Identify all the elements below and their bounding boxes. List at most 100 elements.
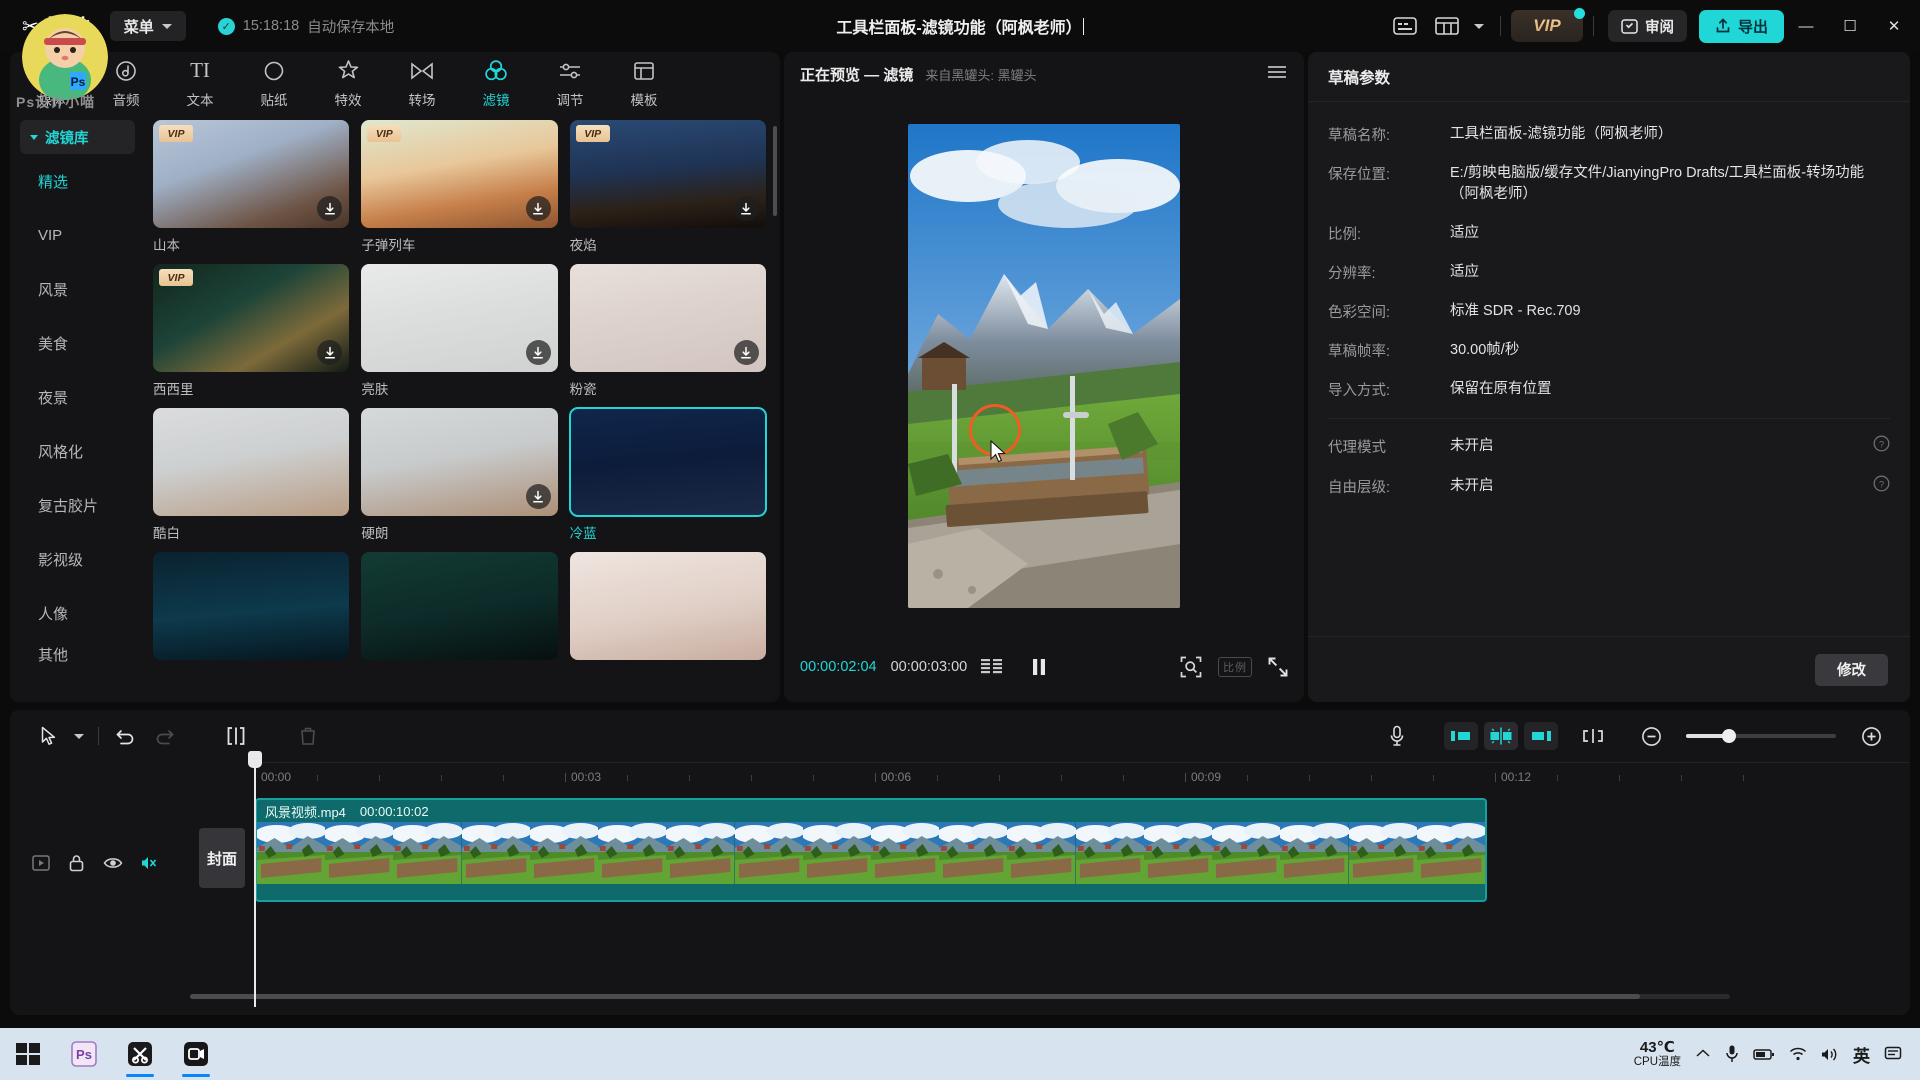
tab-media[interactable]: 媒体 bbox=[16, 55, 88, 111]
close-button[interactable]: ✕ bbox=[1872, 0, 1916, 52]
filter-card[interactable]: VIP 子弹列车 bbox=[361, 120, 558, 254]
undo-icon[interactable] bbox=[107, 720, 145, 752]
filter-card[interactable] bbox=[153, 552, 350, 660]
download-icon[interactable] bbox=[525, 196, 551, 221]
tab-text[interactable]: TI 文本 bbox=[164, 55, 236, 111]
filter-card[interactable]: 酷白 bbox=[153, 408, 350, 542]
download-icon[interactable] bbox=[525, 484, 551, 509]
ratio-button[interactable]: 比例 bbox=[1218, 657, 1252, 677]
library-header[interactable]: 滤镜库 bbox=[20, 120, 135, 154]
tray-microphone-icon[interactable] bbox=[1725, 1044, 1739, 1064]
select-tool-icon[interactable] bbox=[30, 720, 68, 752]
snap-left-icon[interactable] bbox=[1444, 722, 1478, 750]
export-button[interactable]: 导出 bbox=[1698, 9, 1784, 43]
download-icon[interactable] bbox=[733, 196, 759, 221]
lock-icon[interactable] bbox=[68, 854, 85, 877]
category-fengjing[interactable]: 风景 bbox=[10, 262, 145, 316]
select-tool-chevron-icon[interactable] bbox=[68, 720, 90, 752]
filter-card[interactable]: VIP 夜焰 bbox=[569, 120, 766, 254]
frame-list-icon[interactable] bbox=[981, 658, 1003, 676]
category-fenggehua[interactable]: 风格化 bbox=[10, 424, 145, 478]
category-fugujiaopian[interactable]: 复古胶片 bbox=[10, 478, 145, 532]
zoom-fit-icon[interactable] bbox=[1180, 656, 1202, 678]
filter-thumbnail[interactable] bbox=[153, 552, 350, 660]
tab-audio[interactable]: 音频 bbox=[90, 55, 162, 111]
filter-thumbnail[interactable] bbox=[569, 264, 766, 372]
download-icon[interactable] bbox=[525, 340, 551, 365]
tray-battery-icon[interactable] bbox=[1753, 1047, 1775, 1061]
filter-card[interactable]: 粉瓷 bbox=[569, 264, 766, 398]
pause-button[interactable] bbox=[1031, 658, 1047, 676]
category-qita[interactable]: 其他 bbox=[10, 640, 145, 668]
filter-thumbnail[interactable] bbox=[361, 552, 558, 660]
zoom-in-icon[interactable] bbox=[1852, 720, 1890, 752]
help-icon[interactable]: ? bbox=[1873, 435, 1890, 457]
redo-icon[interactable] bbox=[145, 720, 183, 752]
tab-template[interactable]: 模板 bbox=[608, 55, 680, 111]
playhead-handle[interactable] bbox=[248, 751, 262, 768]
cover-button[interactable]: 封面 bbox=[199, 828, 245, 888]
maximize-button[interactable]: ☐ bbox=[1828, 0, 1872, 52]
subtitle-panel-icon[interactable] bbox=[1384, 9, 1426, 43]
filter-card[interactable]: 冷蓝 bbox=[568, 407, 767, 542]
snap-center-icon[interactable] bbox=[1484, 722, 1518, 750]
layout-chevron-icon[interactable] bbox=[1468, 9, 1490, 43]
filter-thumbnail[interactable] bbox=[361, 264, 558, 372]
filter-thumbnail[interactable] bbox=[361, 408, 558, 516]
filter-card[interactable]: 硬朗 bbox=[361, 408, 558, 542]
filter-thumbnail[interactable]: VIP bbox=[361, 120, 558, 228]
start-button[interactable] bbox=[0, 1028, 56, 1080]
tab-effects[interactable]: 特效 bbox=[312, 55, 384, 111]
tab-adjust[interactable]: 调节 bbox=[534, 55, 606, 111]
preview-stage[interactable] bbox=[784, 96, 1304, 636]
timeline-hscrollbar-thumb[interactable] bbox=[190, 994, 1640, 999]
minimize-button[interactable]: — bbox=[1784, 0, 1828, 52]
download-icon[interactable] bbox=[317, 340, 343, 365]
category-yejing[interactable]: 夜景 bbox=[10, 370, 145, 424]
zoom-out-icon[interactable] bbox=[1632, 720, 1670, 752]
category-jingxuan[interactable]: 精选 bbox=[10, 154, 145, 208]
tray-volume-icon[interactable] bbox=[1821, 1047, 1839, 1062]
filter-thumbnail[interactable] bbox=[569, 552, 766, 660]
tray-expand-icon[interactable] bbox=[1695, 1048, 1711, 1060]
tray-wifi-icon[interactable] bbox=[1789, 1047, 1807, 1061]
zoom-slider[interactable] bbox=[1686, 729, 1836, 743]
delete-icon[interactable] bbox=[289, 720, 327, 752]
preview-menu-icon[interactable] bbox=[1266, 64, 1288, 85]
timeline-clip[interactable]: 风景视频.mp4 00:00:10:02 bbox=[255, 798, 1487, 902]
download-icon[interactable] bbox=[317, 196, 343, 221]
filter-thumbnail[interactable]: VIP bbox=[153, 120, 350, 228]
filter-thumbnail[interactable]: VIP bbox=[153, 264, 350, 372]
filter-card[interactable]: 亮肤 bbox=[361, 264, 558, 398]
category-renxiang[interactable]: 人像 bbox=[10, 586, 145, 640]
filter-card[interactable]: VIP 西西里 bbox=[153, 264, 350, 398]
vip-button[interactable]: VIP bbox=[1510, 8, 1585, 42]
align-split-icon[interactable] bbox=[1574, 720, 1612, 752]
cpu-temp-widget[interactable]: 43℃ CPU温度 bbox=[1634, 1039, 1681, 1069]
tab-sticker[interactable]: 贴纸 bbox=[238, 55, 310, 111]
filter-thumbnail[interactable] bbox=[568, 407, 767, 517]
eye-icon[interactable] bbox=[103, 855, 123, 876]
modify-button[interactable]: 修改 bbox=[1815, 653, 1888, 686]
filter-thumbnail[interactable] bbox=[153, 408, 350, 516]
playhead[interactable] bbox=[248, 751, 262, 1007]
zoom-slider-knob[interactable] bbox=[1722, 729, 1736, 743]
track-main-icon[interactable] bbox=[32, 855, 50, 876]
tray-notifications-icon[interactable] bbox=[1884, 1046, 1902, 1062]
split-icon[interactable] bbox=[217, 720, 255, 752]
filter-card[interactable]: VIP 山本 bbox=[153, 120, 350, 254]
timeline-ruler[interactable]: 00:00 00:03 00:06 00:09 00:12 bbox=[255, 762, 1910, 792]
tab-filter[interactable]: 滤镜 bbox=[460, 55, 532, 111]
category-vip[interactable]: VIP bbox=[10, 208, 145, 262]
tab-transition[interactable]: 转场 bbox=[386, 55, 458, 111]
mute-icon[interactable] bbox=[141, 855, 157, 876]
help-icon[interactable]: ? bbox=[1873, 475, 1890, 497]
fullscreen-icon[interactable] bbox=[1268, 657, 1288, 677]
layout-switch-icon[interactable] bbox=[1426, 9, 1468, 43]
download-icon[interactable] bbox=[733, 340, 759, 365]
category-meishi[interactable]: 美食 bbox=[10, 316, 145, 370]
filter-thumbnail[interactable]: VIP bbox=[569, 120, 766, 228]
filter-scrollbar-thumb[interactable] bbox=[773, 126, 777, 216]
snap-right-icon[interactable] bbox=[1524, 722, 1558, 750]
microphone-icon[interactable] bbox=[1378, 720, 1416, 752]
